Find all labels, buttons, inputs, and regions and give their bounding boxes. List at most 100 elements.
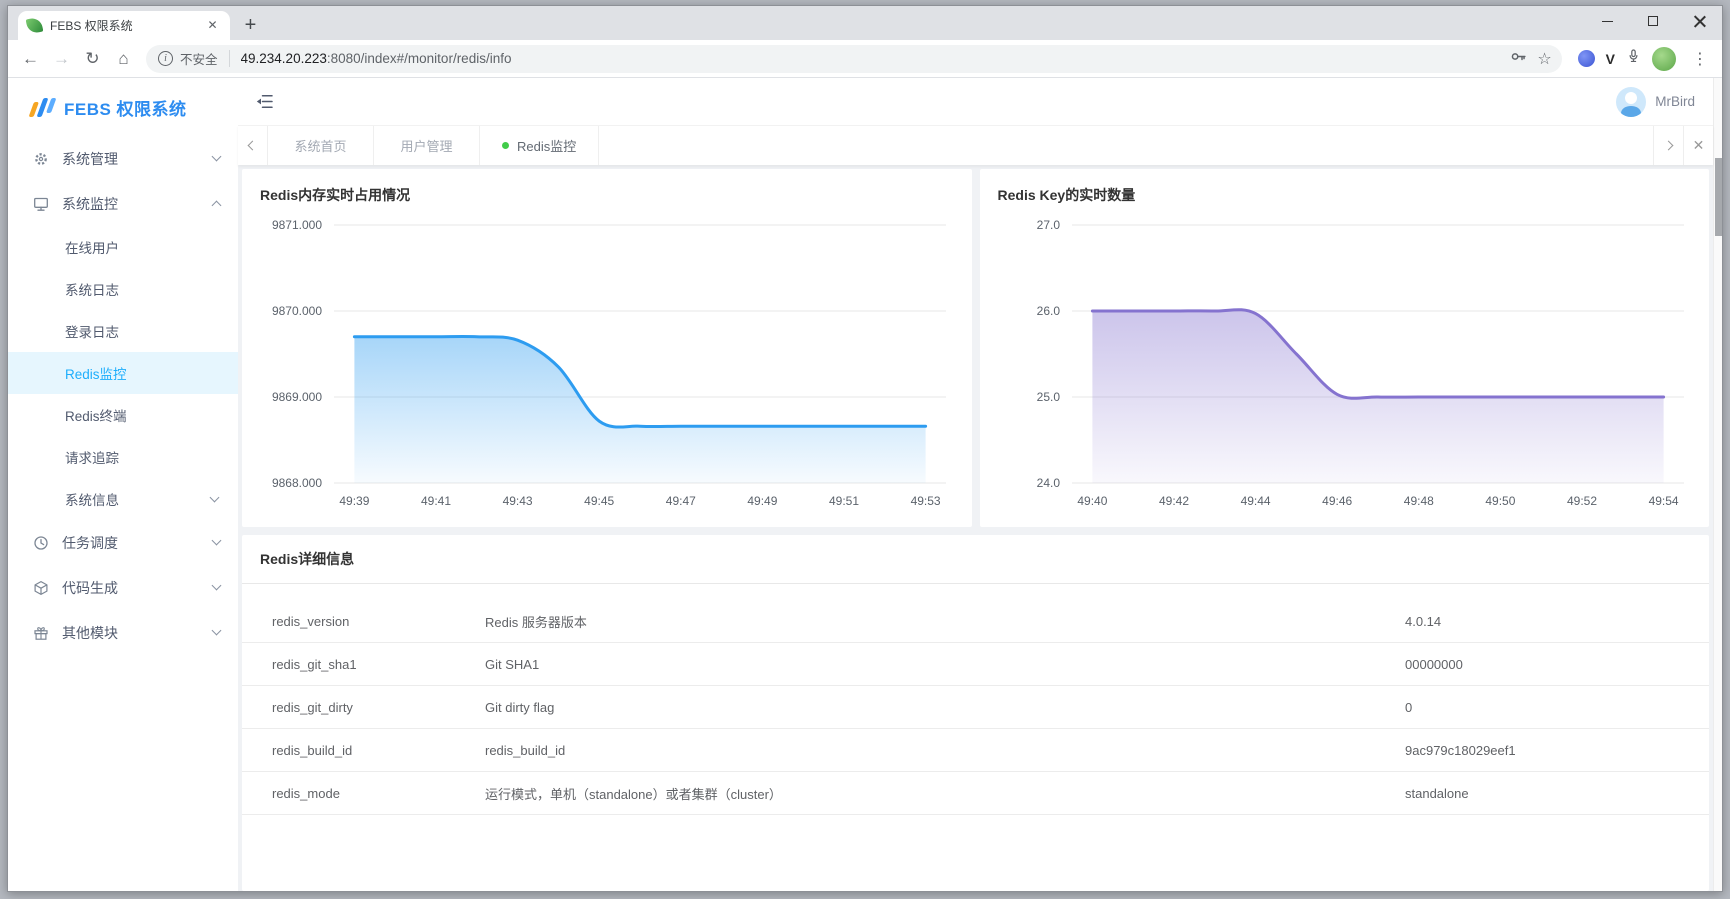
detail-description: 运行模式，单机（standalone）或者集群（cluster） [485,786,782,802]
sidebar-subitem-label: 登录日志 [65,325,119,340]
page-tab-redis-monitor[interactable]: Redis监控 [480,126,600,165]
password-key-icon[interactable] [1510,48,1527,70]
blue-extension-icon[interactable] [1577,50,1595,67]
chevron-down-icon [211,580,222,591]
v-extension-icon[interactable]: V [1606,51,1615,67]
gear-icon [33,151,49,167]
page-tab-home[interactable]: 系统首页 [268,126,374,165]
table-row: redis_git_sha1 Git SHA1 00000000 [242,643,1709,686]
reload-button[interactable]: ↻ [78,44,107,73]
browser-menu-button[interactable]: ⋮ [1686,49,1714,69]
browser-tab-title: FEBS 权限系统 [50,19,133,33]
sidebar-subitem-label: Redis监控 [65,367,127,382]
sidebar-subitem-redis-monitor[interactable]: Redis监控 [8,352,238,394]
sidebar-subitem-login-log[interactable]: 登录日志 [8,310,238,352]
profile-avatar[interactable] [1652,46,1676,71]
app-header: MrBird [238,78,1713,125]
sidebar-subitem-request-trace[interactable]: 请求追踪 [8,436,238,478]
bookmark-star-icon[interactable]: ☆ [1537,49,1551,69]
window-close-button[interactable] [1676,6,1722,36]
new-tab-button[interactable]: + [237,12,264,39]
chevron-right-icon [1663,140,1674,151]
sidebar-item-code-generation[interactable]: 代码生成 [8,565,238,610]
content-area: Redis内存实时占用情况 9868.000 9869.000 9870.000 98… [238,165,1713,891]
sidebar-item-system-management[interactable]: 系统管理 [8,136,238,181]
svg-text:9870.000: 9870.000 [272,304,322,318]
sidebar-subitem-redis-terminal[interactable]: Redis终端 [8,394,238,436]
sidebar-subitem-online-users[interactable]: 在线用户 [8,226,238,268]
page-scrollbar[interactable] [1713,78,1722,891]
window-minimize-button[interactable] [1584,6,1630,36]
sidebar: FEBS 权限系统 系统管理 系统监控 在线用户 系统日志登录日志 Redis监控 Red… [8,78,238,891]
svg-text:49:49: 49:49 [747,494,777,508]
detail-description: Git SHA1 [485,656,540,672]
svg-text:49:54: 49:54 [1648,494,1678,508]
sidebar-subitem-label: Redis终端 [65,409,127,424]
sidebar-menu: 系统管理 系统监控 在线用户 系统日志登录日志 Redis监控 Redis终端请求追踪系统… [8,136,238,655]
logo-text: FEBS 权限系统 [64,99,187,119]
svg-text:49:46: 49:46 [1322,494,1352,508]
keys-chart-card: Redis Key的实时数量 24.0 25.0 26.0 27.0 49:40 49:4… [979,169,1710,527]
redis-detail-title: Redis详细信息 [242,535,1709,584]
page-tab-label: 用户管理 [400,139,453,154]
app-page: FEBS 权限系统 系统管理 系统监控 在线用户 系统日志登录日志 Redis监控 Red… [8,78,1722,891]
window-maximize-button[interactable] [1630,6,1676,36]
security-label: 不安全 [180,53,218,67]
user-avatar [1616,86,1647,117]
info-icon[interactable]: i [158,51,173,66]
sidebar-subitem-system-info[interactable]: 系统信息 [8,478,238,520]
page-tab-user-management[interactable]: 用户管理 [374,126,480,165]
monitor-icon [33,196,49,212]
table-row: redis_git_dirty Git dirty flag 0 [242,686,1709,729]
detail-description: redis_build_id [485,742,566,758]
svg-text:49:50: 49:50 [1485,494,1515,508]
charts-row: Redis内存实时占用情况 9868.000 9869.000 9870.000 98… [242,169,1709,527]
clock-icon [33,535,49,551]
svg-text:49:44: 49:44 [1240,494,1270,508]
detail-key: redis_git_dirty [272,699,353,715]
detail-value: standalone [1405,785,1469,801]
address-bar[interactable]: i 不安全 49.234.20.223:8080/index#/monitor/… [146,44,1562,73]
browser-tab[interactable]: FEBS 权限系统 ✕ [18,11,230,40]
url-path: :8080/index#/monitor/redis/info [326,51,512,66]
chevron-down-icon [211,625,222,636]
chevron-left-icon [247,140,258,151]
window-controls [1584,6,1722,36]
main-area: MrBird 系统首页 用户管理 Redis监控 ✕ Redis内存实时占用情况 9… [238,78,1713,891]
sidebar-item-system-monitor[interactable]: 系统监控 [8,181,238,226]
tabs-scroll-left-button[interactable] [238,126,268,165]
app-logo[interactable]: FEBS 权限系统 [8,78,238,136]
keys-chart-title: Redis Key的实时数量 [997,187,1136,203]
redis-detail-table: redis_version Redis 服务器版本 4.0.14 redis_git_… [242,584,1709,815]
sidebar-subitem-system-log[interactable]: 系统日志 [8,268,238,310]
mic-extension-icon[interactable] [1626,48,1641,69]
table-row: redis_version Redis 服务器版本 4.0.14 [242,600,1709,643]
detail-description: Git dirty flag [485,699,555,715]
url-host: 49.234.20.223 [240,51,327,66]
cube-icon [33,580,49,596]
detail-value: 9ac979c18029eef1 [1405,742,1516,758]
user-name: MrBird [1655,94,1695,109]
menu-fold-icon[interactable] [256,94,273,109]
scrollbar-thumb[interactable] [1715,158,1722,236]
forward-button[interactable]: → [47,44,76,73]
page-tab-label: Redis监控 [517,139,577,154]
sidebar-item-job-schedule[interactable]: 任务调度 [8,520,238,565]
chevron-up-icon [211,200,222,211]
tabs-scroll-right-button[interactable] [1653,126,1683,165]
tabs-close-button[interactable]: ✕ [1683,126,1713,165]
home-button[interactable]: ⌂ [109,44,138,73]
sidebar-subitem-label: 系统信息 [65,493,119,508]
detail-description: Redis 服务器版本 [485,614,587,630]
user-menu[interactable]: MrBird [1616,86,1695,117]
svg-text:49:42: 49:42 [1158,494,1188,508]
keys-chart: 24.0 25.0 26.0 27.0 49:40 49:42 49:44 49:46 49:4… [980,209,1710,527]
chevron-down-icon [209,492,220,502]
sidebar-item-other-modules[interactable]: 其他模块 [8,610,238,655]
back-button[interactable]: ← [16,44,45,73]
sidebar-item-label: 其他模块 [62,624,118,641]
svg-text:49:45: 49:45 [584,494,614,508]
svg-text:49:39: 49:39 [339,494,369,508]
tab-close-icon[interactable]: ✕ [204,17,221,34]
tabbar-spacer [599,126,1653,165]
